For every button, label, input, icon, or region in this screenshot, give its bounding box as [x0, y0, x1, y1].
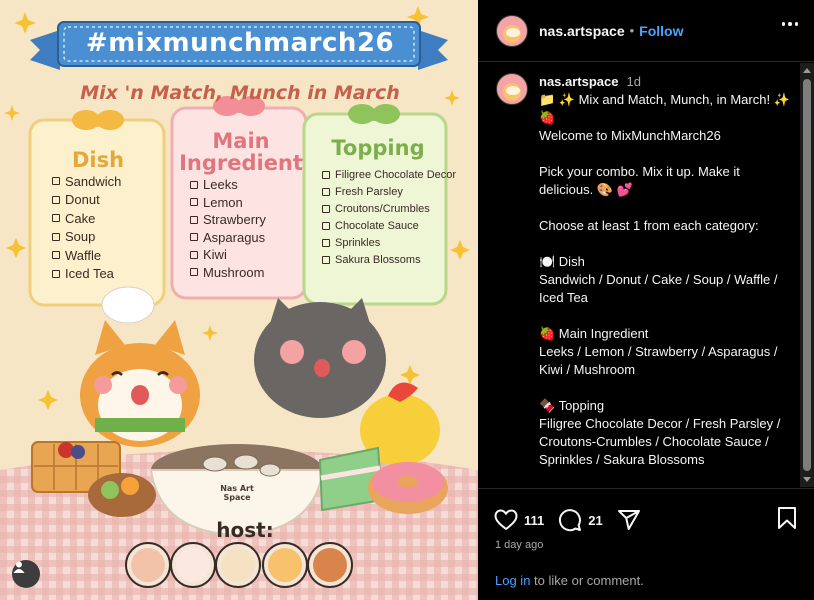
- caption-line: Choose at least 1 from each category:: [539, 218, 759, 233]
- category-title-main-ingredient: Main Ingredient: [179, 129, 303, 175]
- post-date[interactable]: 1 day ago: [478, 539, 814, 551]
- caption-line: Sandwich / Donut / Cake / Soup / Waffle …: [539, 272, 782, 305]
- caption-body: nas.artspace 1d 📁 ✨ Mix and Match, Munch…: [539, 73, 794, 469]
- checkbox-icon: [52, 214, 60, 223]
- checkbox-icon: [190, 215, 198, 224]
- like-count[interactable]: 111: [524, 513, 544, 528]
- caption-line: 🍽️ Dish: [539, 254, 585, 269]
- share-icon: [617, 510, 640, 530]
- checkbox-icon: [190, 180, 198, 189]
- bowl-logo-text: Nas Art Space: [220, 484, 254, 502]
- save-button[interactable]: [776, 506, 798, 535]
- caption-username[interactable]: nas.artspace: [539, 73, 619, 91]
- main-ingredient-checklist: Leeks Lemon Strawberry Asparagus Kiwi Mu…: [190, 176, 266, 281]
- art-subtitle: Mix 'n Match, Munch in March: [80, 82, 400, 104]
- checklist-item: Donut: [52, 191, 121, 210]
- caption-line: Leeks / Lemon / Strawberry / Asparagus /…: [539, 344, 782, 377]
- caption-line: Filigree Chocolate Decor / Fresh Parsley…: [539, 416, 784, 467]
- scroll-down-arrow-icon[interactable]: [803, 477, 811, 482]
- more-horizontal-icon[interactable]: [781, 22, 798, 26]
- host-label: host:: [216, 518, 274, 542]
- share-button[interactable]: [617, 508, 641, 532]
- login-prompt-text: to like or comment.: [530, 573, 644, 588]
- caption-line: 🍫 Topping: [539, 398, 605, 413]
- checkbox-icon: [52, 195, 60, 204]
- checklist-item: Sandwich: [52, 172, 121, 191]
- heart-icon: [494, 509, 518, 530]
- caption-line: Welcome to MixMunchMarch26: [539, 128, 721, 143]
- checklist-item: Sakura Blossoms: [322, 251, 456, 268]
- follow-button[interactable]: Follow: [639, 23, 683, 39]
- checkbox-icon: [190, 268, 198, 277]
- avatar[interactable]: [496, 73, 528, 105]
- checklist-item: Soup: [52, 228, 121, 247]
- checkbox-icon: [190, 233, 198, 242]
- checklist-item: Kiwi: [190, 246, 266, 264]
- checkbox-icon: [322, 170, 330, 179]
- checklist-item: Croutons/Crumbles: [322, 200, 456, 217]
- checkbox-icon: [322, 238, 330, 247]
- bookmark-icon: [778, 506, 796, 529]
- checklist-item: Filigree Chocolate Decor: [322, 166, 456, 183]
- checklist-item: Sprinkles: [322, 234, 456, 251]
- login-link[interactable]: Log in: [495, 573, 530, 588]
- checkbox-icon: [52, 251, 60, 260]
- checkbox-icon: [52, 232, 60, 241]
- checkbox-icon: [52, 269, 60, 278]
- tagged-users-button[interactable]: [12, 560, 40, 588]
- avatar[interactable]: [496, 14, 528, 47]
- checklist-item: Strawberry: [190, 211, 266, 229]
- caption-time[interactable]: 1d: [627, 73, 641, 91]
- post-image[interactable]: #mixmunchmarch26 Mix 'n Match, Munch in …: [0, 0, 478, 600]
- checkbox-icon: [190, 250, 198, 259]
- caption: nas.artspace 1d 📁 ✨ Mix and Match, Munch…: [478, 63, 814, 469]
- checklist-item: Mushroom: [190, 264, 266, 282]
- caption-line: 📁 ✨ Mix and Match, Munch, in March! ✨ 🍓: [539, 92, 794, 125]
- checklist-item: Iced Tea: [52, 265, 121, 284]
- post-header: nas.artspace • Follow: [478, 0, 814, 62]
- caption-line: 🍓 Main Ingredient: [539, 326, 649, 341]
- dish-checklist: Sandwich Donut Cake Soup Waffle Iced Tea: [52, 172, 121, 283]
- caption-line: Pick your combo. Mix it up. Make it deli…: [539, 164, 744, 197]
- checkbox-icon: [322, 187, 330, 196]
- checkbox-icon: [52, 177, 60, 186]
- checklist-item: Fresh Parsley: [322, 183, 456, 200]
- comment-icon: [559, 509, 582, 532]
- comments-section[interactable]: nas.artspace 1d 📁 ✨ Mix and Match, Munch…: [478, 63, 814, 487]
- scroll-up-arrow-icon[interactable]: [803, 68, 811, 73]
- comment-count[interactable]: 21: [588, 513, 602, 528]
- category-title-topping: Topping: [331, 136, 425, 160]
- login-prompt: Log in to like or comment.: [495, 573, 644, 588]
- checklist-item: Cake: [52, 209, 121, 228]
- author-username[interactable]: nas.artspace: [539, 23, 625, 39]
- checkbox-icon: [190, 198, 198, 207]
- scrollbar-thumb[interactable]: [803, 79, 811, 471]
- category-title-dish: Dish: [71, 148, 125, 172]
- like-button[interactable]: 111: [494, 509, 544, 531]
- checkbox-icon: [322, 255, 330, 264]
- user-icon: [13, 561, 25, 573]
- separator-dot: •: [629, 23, 635, 38]
- comments-scrollbar[interactable]: [800, 63, 814, 487]
- hashtag-banner: #mixmunchmarch26: [85, 28, 395, 58]
- action-bar: 111 21: [478, 489, 814, 539]
- checklist-item: Asparagus: [190, 229, 266, 247]
- checkbox-icon: [322, 221, 330, 230]
- comment-button[interactable]: 21: [558, 508, 603, 532]
- checklist-item: Chocolate Sauce: [322, 217, 456, 234]
- checklist-item: Leeks: [190, 176, 266, 194]
- caption-header: nas.artspace 1d: [539, 73, 794, 91]
- checklist-item: Lemon: [190, 194, 266, 212]
- topping-checklist: Filigree Chocolate Decor Fresh Parsley C…: [322, 166, 456, 268]
- checkbox-icon: [322, 204, 330, 213]
- post-side-panel: nas.artspace • Follow nas.artspace 1d 📁 …: [478, 0, 814, 600]
- post-actions: 111 21 1 day ago Log in to like or comme…: [478, 488, 814, 600]
- checklist-item: Waffle: [52, 246, 121, 265]
